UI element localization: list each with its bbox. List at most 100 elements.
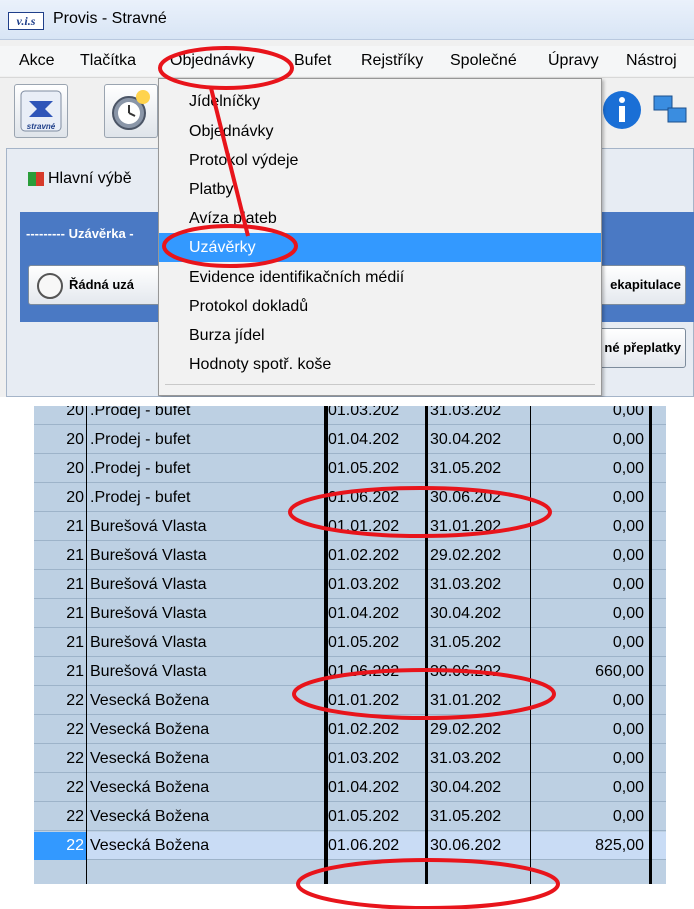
menu-item-uzaverky[interactable]: Uzávěrky	[159, 233, 601, 262]
menu-upravy[interactable]: Úpravy	[548, 52, 599, 70]
main-tab-label: Hlavní výbě	[48, 170, 132, 187]
grid-line	[325, 406, 328, 884]
table-row[interactable]: 22 Vesecká Božena 01.05.202 31.05.202 0,00	[34, 803, 666, 831]
grid-line	[530, 406, 531, 884]
table-row[interactable]: 22 Vesecká Božena 01.04.202 30.04.202 0,00	[34, 774, 666, 802]
regular-close-button[interactable]: Řádná uzá	[28, 265, 168, 305]
menu-item-hodnoty-kose[interactable]: Hodnoty spotř. koše	[159, 350, 601, 379]
menu-akce[interactable]: Akce	[19, 52, 55, 70]
row-from-cell: 01.06.202	[328, 837, 400, 854]
row-to-cell: 30.06.202	[430, 663, 502, 680]
menu-bar: Akce Tlačítka Objednávky Bufet Rejstříky…	[0, 46, 694, 76]
row-amount-cell: 0,00	[612, 576, 644, 593]
stravne-button[interactable]: stravné	[14, 84, 68, 138]
recap-label: ekapitulace	[610, 277, 681, 292]
table-row[interactable]: 21 Burešová Vlasta 01.06.202 30.06.202 660,0…	[34, 658, 666, 686]
row-amount-cell: 0,00	[612, 547, 644, 564]
row-to-cell: 31.03.202	[430, 576, 502, 593]
table-row[interactable]: 20 .Prodej - bufet 01.06.202 30.06.202 0,00	[34, 484, 666, 512]
row-id-cell: 22	[34, 832, 86, 860]
row-to-cell: 30.04.202	[430, 779, 502, 796]
row-id-cell: 21	[66, 634, 84, 651]
row-to-cell: 29.02.202	[430, 721, 502, 738]
table-row[interactable]: 21 Burešová Vlasta 01.02.202 29.02.202 0,00	[34, 542, 666, 570]
table-row[interactable]: 21 Burešová Vlasta 01.04.202 30.04.202 0,00	[34, 600, 666, 628]
close-group-label: --------- Uzávěrka -	[26, 226, 134, 241]
row-to-cell: 29.02.202	[430, 547, 502, 564]
menu-item-protokol-vydeje[interactable]: Protokol výdeje	[159, 146, 601, 175]
menu-objednavky[interactable]: Objednávky	[170, 52, 255, 70]
grid-line	[425, 406, 428, 884]
menu-item-burza-jidel[interactable]: Burza jídel	[159, 321, 601, 350]
app-logo-icon: v.i.s	[8, 12, 44, 30]
table-row[interactable]: 21 Burešová Vlasta 01.03.202 31.03.202 0,00	[34, 571, 666, 599]
table-row[interactable]: 22 Vesecká Božena 01.06.202 30.06.202 825,00	[34, 832, 666, 860]
row-from-cell: 01.03.202	[328, 406, 400, 419]
menu-bufet[interactable]: Bufet	[294, 52, 331, 70]
row-id-cell: 22	[66, 692, 84, 709]
table-row[interactable]: 22 Vesecká Božena 01.03.202 31.03.202 0,00	[34, 745, 666, 773]
stravne-icon: stravné	[20, 90, 62, 132]
row-to-cell: 31.05.202	[430, 634, 502, 651]
clock-button[interactable]	[104, 84, 158, 138]
row-to-cell: 31.01.202	[430, 692, 502, 709]
row-id-cell: 20	[66, 406, 84, 419]
row-to-cell: 31.01.202	[430, 518, 502, 535]
row-id-cell: 22	[66, 750, 84, 767]
row-name-cell: .Prodej - bufet	[90, 431, 191, 448]
network-icon	[653, 95, 687, 123]
table-row[interactable]: 20 .Prodej - bufet 01.04.202 30.04.202 0,00	[34, 426, 666, 454]
row-name-cell: .Prodej - bufet	[90, 406, 191, 419]
main-tab[interactable]: Hlavní výbě	[8, 160, 178, 198]
menu-spolecne[interactable]: Společné	[450, 52, 517, 70]
menu-item-objednavky[interactable]: Objednávky	[159, 117, 601, 146]
menu-separator	[165, 384, 595, 385]
row-amount-cell: 660,00	[595, 663, 644, 680]
row-amount-cell: 0,00	[612, 779, 644, 796]
grid-line	[86, 406, 87, 884]
row-from-cell: 01.04.202	[328, 779, 400, 796]
row-amount-cell: 0,00	[612, 692, 644, 709]
row-from-cell: 01.06.202	[328, 489, 400, 506]
menu-tlacitka[interactable]: Tlačítka	[80, 52, 136, 70]
menu-item-platby[interactable]: Platby	[159, 175, 601, 204]
row-name-cell: Burešová Vlasta	[90, 663, 207, 680]
table-row[interactable]: 22 Vesecká Božena 01.02.202 29.02.202 0,00	[34, 716, 666, 744]
row-name-cell: Vesecká Božena	[90, 692, 210, 709]
table-row[interactable]: 22 Vesecká Božena 01.01.202 31.01.202 0,00	[34, 687, 666, 715]
row-name-cell: Vesecká Božena	[90, 750, 210, 767]
row-to-cell: 30.04.202	[430, 431, 502, 448]
row-to-cell: 31.05.202	[430, 808, 502, 825]
row-amount-cell: 0,00	[612, 605, 644, 622]
row-name-cell: Burešová Vlasta	[90, 518, 207, 535]
closings-table: 20 .Prodej - bufet 01.03.202 31.03.202 0,00 2…	[34, 406, 666, 884]
table-row[interactable]: 20 .Prodej - bufet 01.03.202 31.03.202 0,00	[34, 406, 666, 425]
row-to-cell: 30.06.202	[430, 837, 502, 854]
row-name-cell: Vesecká Božena	[90, 721, 210, 738]
row-name-cell: Vesecká Božena	[90, 808, 210, 825]
row-to-cell: 30.06.202	[430, 489, 502, 506]
menu-item-evidence-medii[interactable]: Evidence identifikačních médií	[159, 263, 601, 292]
menu-nastroje[interactable]: Nástroj	[626, 52, 677, 70]
row-name-cell: Burešová Vlasta	[90, 576, 207, 593]
info-icon	[603, 91, 641, 129]
menu-rejstriky[interactable]: Rejstříky	[361, 52, 423, 70]
table-row[interactable]: 21 Burešová Vlasta 01.05.202 31.05.202 0,00	[34, 629, 666, 657]
menu-item-aviza-plateb[interactable]: Avíza plateb	[159, 204, 601, 233]
row-name-cell: .Prodej - bufet	[90, 460, 191, 477]
table-row[interactable]: 21 Burešová Vlasta 01.01.202 31.01.202 0,00	[34, 513, 666, 541]
row-amount-cell: 0,00	[612, 634, 644, 651]
table-row[interactable]: 20 .Prodej - bufet 01.05.202 31.05.202 0,00	[34, 455, 666, 483]
row-id-cell: 20	[66, 431, 84, 448]
row-to-cell: 31.05.202	[430, 460, 502, 477]
row-from-cell: 01.04.202	[328, 605, 400, 622]
row-amount-cell: 825,00	[595, 837, 644, 854]
menu-item-protokol-dokladu[interactable]: Protokol dokladů	[159, 292, 601, 321]
network-button[interactable]	[648, 84, 694, 138]
menu-item-jidelnicky[interactable]: Jídelníčky	[159, 87, 601, 116]
row-from-cell: 01.05.202	[328, 808, 400, 825]
row-name-cell: Vesecká Božena	[90, 779, 210, 796]
row-from-cell: 01.02.202	[328, 721, 400, 738]
row-to-cell: 31.03.202	[430, 406, 502, 419]
info-button[interactable]	[596, 84, 650, 138]
